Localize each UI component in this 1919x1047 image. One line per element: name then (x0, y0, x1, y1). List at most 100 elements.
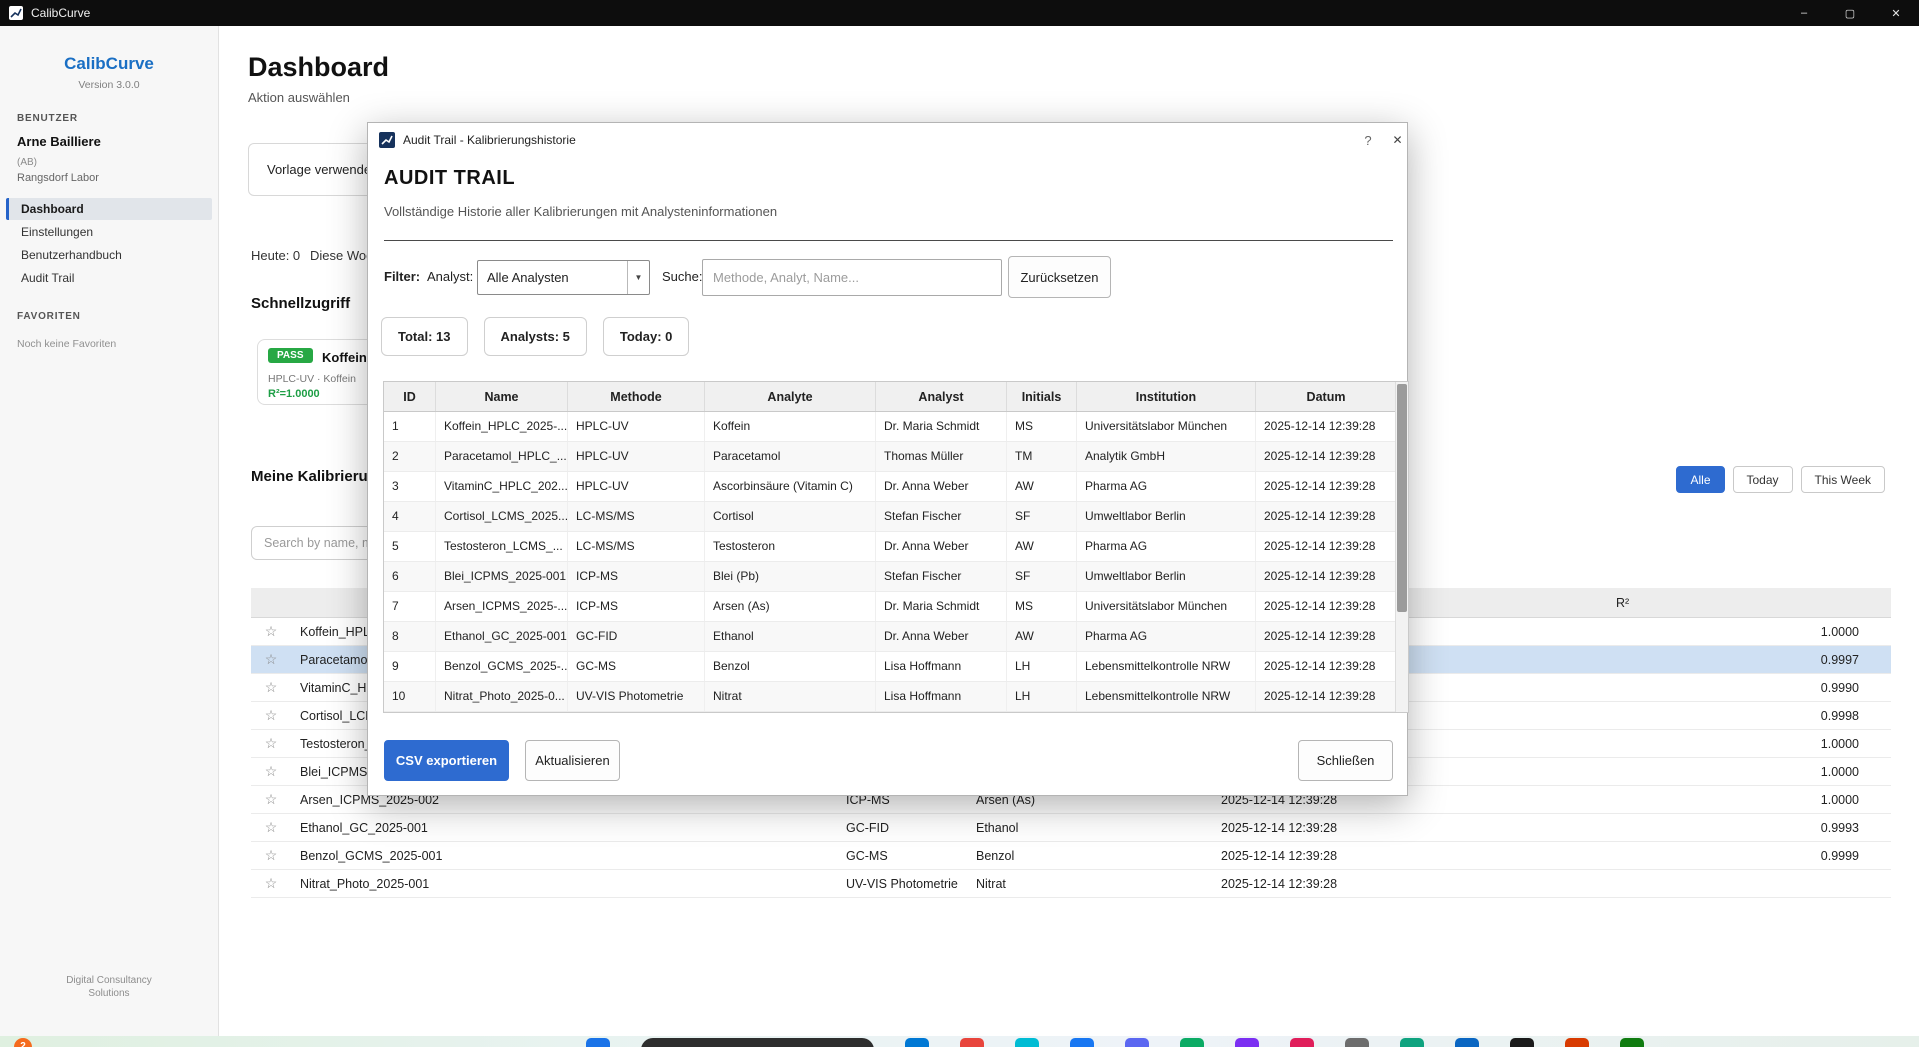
cell-initials: MS (1007, 412, 1077, 441)
cell-initials: MS (1007, 592, 1077, 621)
favorite-star-icon[interactable]: ☆ (251, 651, 291, 668)
user-section-label: BENUTZER (17, 113, 218, 124)
favorite-star-icon[interactable]: ☆ (251, 791, 291, 808)
column-header-analyst: Analyst (876, 382, 1007, 411)
audit-table-row[interactable]: 4Cortisol_LCMS_2025...LC-MS/MSCortisolSt… (384, 502, 1408, 532)
cell-initials: SF (1007, 502, 1077, 531)
cell-institution: Lebensmittelkontrolle NRW (1077, 682, 1256, 711)
favorite-star-icon[interactable]: ☆ (251, 763, 291, 780)
page-title: Dashboard (248, 52, 389, 83)
refresh-button[interactable]: Aktualisieren (525, 740, 620, 781)
calibration-date: 2025-12-14 12:39:28 (1212, 849, 1462, 863)
audit-table-row[interactable]: 9Benzol_GCMS_2025-...GC-MSBenzolLisa Hof… (384, 652, 1408, 682)
taskbar-icon-2[interactable] (960, 1038, 984, 1047)
cell-analyte: Blei (Pb) (705, 562, 876, 591)
table-row[interactable]: ☆Nitrat_Photo_2025-001UV-VIS Photometrie… (251, 870, 1891, 898)
close-button[interactable]: ✕ (1873, 0, 1919, 26)
export-csv-button[interactable]: CSV exportieren (384, 740, 509, 781)
analyst-dropdown[interactable]: Alle Analysten ▼ (477, 260, 650, 295)
audit-search-input[interactable] (702, 259, 1002, 296)
dialog-close-button[interactable]: Schließen (1298, 740, 1393, 781)
cell-analyst: Lisa Hoffmann (876, 682, 1007, 711)
dialog-help-button[interactable]: ? (1353, 123, 1383, 157)
taskbar-icon-3[interactable] (1015, 1038, 1039, 1047)
taskbar-icon-1[interactable] (905, 1038, 929, 1047)
cell-analyst: Lisa Hoffmann (876, 652, 1007, 681)
cell-analyte: Koffein (705, 412, 876, 441)
audit-table-row[interactable]: 3VitaminC_HPLC_202...HPLC-UVAscorbinsäur… (384, 472, 1408, 502)
cell-name: Nitrat_Photo_2025-0... (436, 682, 568, 711)
sidebar-footer-text: Digital Consultancy Solutions (49, 975, 169, 1000)
taskbar: 2 (0, 1036, 1919, 1047)
cell-analyte: Benzol (705, 652, 876, 681)
taskbar-icon-6[interactable] (1180, 1038, 1204, 1047)
cell-institution: Pharma AG (1077, 472, 1256, 501)
minimize-button[interactable]: – (1781, 0, 1827, 26)
dialog-icon (379, 132, 395, 148)
table-scrollbar[interactable] (1395, 382, 1408, 712)
favorite-star-icon[interactable]: ☆ (251, 819, 291, 836)
table-row[interactable]: ☆Ethanol_GC_2025-001GC-FIDEthanol2025-12… (251, 814, 1891, 842)
audit-table-row[interactable]: 2Paracetamol_HPLC_...HPLC-UVParacetamolT… (384, 442, 1408, 472)
cell-initials: SF (1007, 562, 1077, 591)
favorite-star-icon[interactable]: ☆ (251, 623, 291, 640)
scrollbar-thumb[interactable] (1397, 384, 1407, 612)
cell-institution: Pharma AG (1077, 622, 1256, 651)
search-pill[interactable] (641, 1038, 874, 1047)
sidebar-item-audit-trail[interactable]: Audit Trail (6, 267, 212, 289)
stat-chip: Today: 0 (603, 317, 690, 356)
audit-table-row[interactable]: 7Arsen_ICPMS_2025-...ICP-MSArsen (As)Dr.… (384, 592, 1408, 622)
cell-institution: Universitätslabor München (1077, 592, 1256, 621)
taskbar-icon-7[interactable] (1235, 1038, 1259, 1047)
cell-analyte: Testosteron (705, 532, 876, 561)
cell-datum: 2025-12-14 12:39:28 (1256, 472, 1397, 501)
taskbar-icon-13[interactable] (1565, 1038, 1589, 1047)
cell-methode: GC-FID (568, 622, 705, 651)
taskbar-icon-10[interactable] (1400, 1038, 1424, 1047)
filter-button-this-week[interactable]: This Week (1801, 466, 1885, 493)
sidebar-item-dashboard[interactable]: Dashboard (6, 198, 212, 220)
favorites-empty-text: Noch keine Favoriten (17, 338, 218, 350)
favorite-star-icon[interactable]: ☆ (251, 679, 291, 696)
app-logo: CalibCurve (0, 54, 218, 74)
taskbar-icon-4[interactable] (1070, 1038, 1094, 1047)
taskbar-icon-9[interactable] (1345, 1038, 1369, 1047)
table-row[interactable]: ☆Benzol_GCMS_2025-001GC-MSBenzol2025-12-… (251, 842, 1891, 870)
analyst-label: Analyst: (427, 269, 473, 284)
reset-button[interactable]: Zurücksetzen (1008, 256, 1111, 298)
page-subtitle: Aktion auswählen (248, 90, 350, 105)
audit-table-row[interactable]: 10Nitrat_Photo_2025-0...UV-VIS Photometr… (384, 682, 1408, 712)
favorite-star-icon[interactable]: ☆ (251, 735, 291, 752)
calibration-analyte: Benzol (967, 849, 1212, 863)
calibration-filter-buttons: Alle Today This Week (1676, 466, 1885, 493)
taskbar-icon-11[interactable] (1455, 1038, 1479, 1047)
window-title: CalibCurve (31, 6, 90, 20)
favorite-star-icon[interactable]: ☆ (251, 875, 291, 892)
sidebar-item-einstellungen[interactable]: Einstellungen (6, 221, 212, 243)
audit-table-row[interactable]: 6Blei_ICPMS_2025-001ICP-MSBlei (Pb)Stefa… (384, 562, 1408, 592)
taskbar-icon-5[interactable] (1125, 1038, 1149, 1047)
audit-table-row[interactable]: 1Koffein_HPLC_2025-...HPLC-UVKoffeinDr. … (384, 412, 1408, 442)
favorite-star-icon[interactable]: ☆ (251, 847, 291, 864)
start-icon[interactable] (586, 1038, 610, 1047)
filter-button-today[interactable]: Today (1733, 466, 1793, 493)
taskbar-icon-12[interactable] (1510, 1038, 1534, 1047)
maximize-button[interactable]: ▢ (1827, 0, 1873, 26)
calibration-name: Nitrat_Photo_2025-001 (291, 877, 837, 891)
app-version: Version 3.0.0 (0, 79, 218, 91)
cell-methode: ICP-MS (568, 592, 705, 621)
user-lab: Rangsdorf Labor (17, 172, 218, 184)
calibration-r2: 1.0000 (1462, 765, 1891, 779)
taskbar-icon-8[interactable] (1290, 1038, 1314, 1047)
taskbar-icon-14[interactable] (1620, 1038, 1644, 1047)
sidebar-nav: DashboardEinstellungenBenutzerhandbuchAu… (0, 198, 218, 289)
sidebar-item-benutzerhandbuch[interactable]: Benutzerhandbuch (6, 244, 212, 266)
cell-methode: HPLC-UV (568, 472, 705, 501)
favorite-star-icon[interactable]: ☆ (251, 707, 291, 724)
notification-badge[interactable]: 2 (14, 1038, 32, 1047)
cell-datum: 2025-12-14 12:39:28 (1256, 682, 1397, 711)
audit-table-row[interactable]: 5Testosteron_LCMS_...LC-MS/MSTestosteron… (384, 532, 1408, 562)
audit-table-row[interactable]: 8Ethanol_GC_2025-001GC-FIDEthanolDr. Ann… (384, 622, 1408, 652)
filter-button-alle[interactable]: Alle (1676, 466, 1724, 493)
dialog-close-icon[interactable]: ✕ (1386, 123, 1409, 157)
